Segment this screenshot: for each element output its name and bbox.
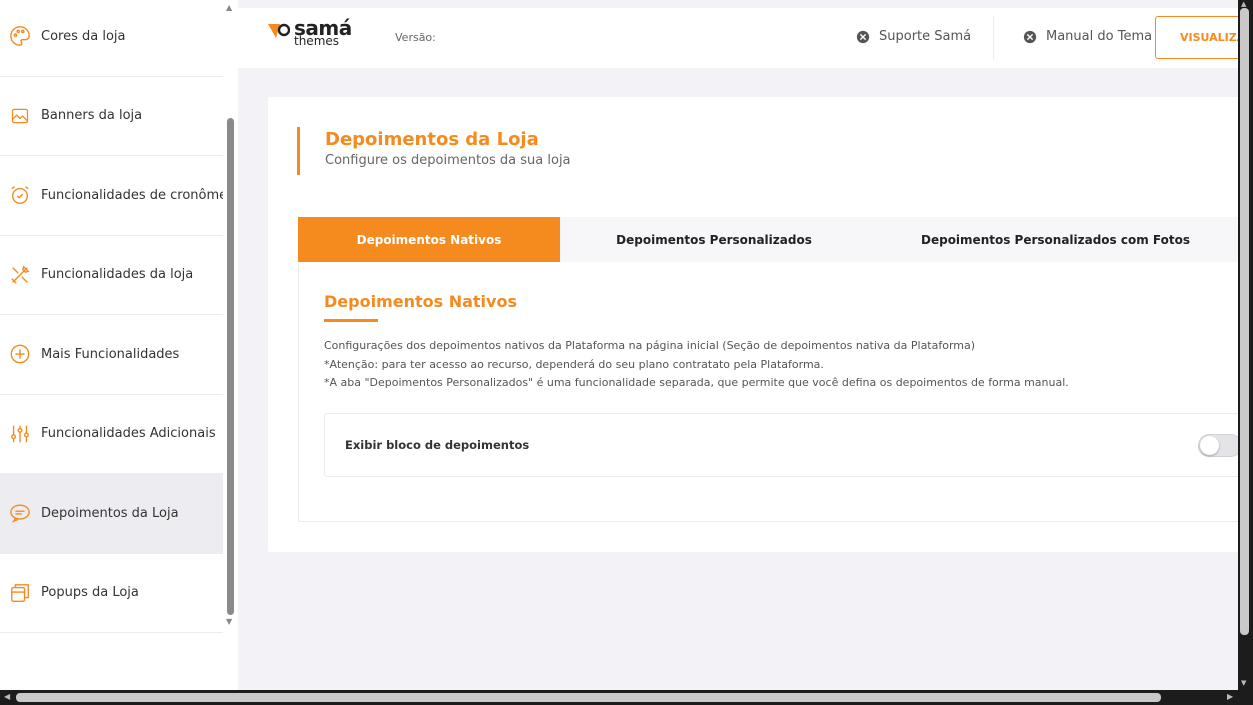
tab-panel: Depoimentos Nativos Configurações dos de… [298, 262, 1249, 522]
logo[interactable]: samá themes [268, 18, 352, 47]
alarm-clock-icon [8, 183, 32, 207]
sidebar-item-popups[interactable]: Popups da Loja [0, 554, 223, 633]
description-line: Configurações dos depoimentos nativos da… [324, 339, 976, 352]
description-line: *A aba "Depoimentos Personalizados" é um… [324, 376, 1069, 389]
sidebar-item-cronometro[interactable]: Funcionalidades de cronômetro [0, 156, 238, 236]
page-title: Depoimentos da Loja [325, 129, 539, 150]
show-testimonials-toggle[interactable] [1198, 434, 1242, 457]
setting-row: Exibir bloco de depoimentos [324, 413, 1249, 477]
window-icon [8, 581, 32, 605]
palette-icon [8, 24, 32, 48]
sidebar-item-funcionalidades[interactable]: Funcionalidades da loja [0, 236, 223, 315]
window-horizontal-scrollbar[interactable]: ◀ ▶ [0, 690, 1253, 705]
sidebar-item-label: Banners da loja [41, 108, 143, 124]
sidebar-item-label: Depoimentos da Loja [41, 505, 179, 521]
sidebar-item-adicionais[interactable]: Funcionalidades Adicionais [0, 395, 223, 474]
tab-depoimentos-nativos[interactable]: Depoimentos Nativos [298, 217, 560, 262]
scroll-down-arrow-icon[interactable]: ▼ [1241, 680, 1246, 687]
scroll-up-arrow-icon[interactable]: ▲ [1241, 1, 1246, 8]
sidebar-item-label: Popups da Loja [41, 585, 139, 601]
sliders-icon [8, 422, 32, 446]
gear-icon [856, 30, 870, 43]
plus-circle-icon [8, 342, 32, 366]
section-title: Depoimentos Nativos [324, 292, 517, 311]
chat-bubble-icon [8, 501, 32, 525]
tab-bar: Depoimentos Nativos Depoimentos Personal… [298, 217, 1243, 262]
section-description: Configurações dos depoimentos nativos da… [324, 337, 1069, 393]
sidebar: Cores da loja Banners da loja Funcionali… [0, 0, 238, 690]
support-link[interactable]: Suporte Samá [856, 29, 971, 44]
sidebar-item-mais[interactable]: Mais Funcionalidades [0, 315, 223, 395]
page-subtitle: Configure os depoimentos da sua loja [325, 153, 571, 168]
window-vscroll-thumb[interactable] [1240, 8, 1249, 635]
logo-text: samá themes [294, 18, 352, 47]
window-hscroll-thumb[interactable] [16, 693, 1161, 702]
sidebar-item-banners[interactable]: Banners da loja [0, 77, 223, 156]
scroll-up-arrow-icon[interactable]: ▲ [226, 4, 232, 12]
divider [993, 16, 994, 60]
view-store-button[interactable]: VISUALIZAR [1155, 16, 1245, 59]
tools-icon [8, 263, 32, 287]
sidebar-item-label: Funcionalidades da loja [41, 267, 194, 283]
window-vertical-scrollbar[interactable]: ▲ ▼ [1238, 0, 1253, 690]
logo-mark-icon [268, 23, 290, 38]
toggle-knob [1200, 436, 1219, 455]
scroll-down-arrow-icon[interactable]: ▼ [226, 618, 232, 626]
sidebar-list: Cores da loja Banners da loja Funcionali… [0, 0, 238, 633]
section-underline [324, 319, 378, 322]
gear-icon [1023, 30, 1037, 43]
top-gap [238, 0, 1238, 8]
sidebar-item-label: Funcionalidades de cronômetro [41, 187, 238, 203]
scroll-right-arrow-icon[interactable]: ▶ [1227, 693, 1233, 701]
sidebar-item-label: Cores da loja [41, 28, 126, 44]
tab-depoimentos-personalizados[interactable]: Depoimentos Personalizados [560, 217, 868, 262]
sidebar-item-label: Funcionalidades Adicionais [41, 426, 216, 442]
setting-label: Exibir bloco de depoimentos [345, 438, 530, 452]
description-line: *Atenção: para ter acesso ao recurso, de… [324, 357, 824, 371]
manual-link-label: Manual do Tema [1046, 29, 1153, 44]
sidebar-item-depoimentos[interactable]: Depoimentos da Loja [0, 474, 223, 554]
manual-link[interactable]: Manual do Tema [1023, 29, 1152, 44]
version-label: Versão: [395, 31, 436, 44]
sidebar-scroll-thumb[interactable] [227, 118, 234, 615]
sidebar-item-cores[interactable]: Cores da loja [0, 0, 223, 77]
top-bar: samá themes Versão: Suporte Samá Manual … [238, 8, 1245, 68]
page-header: Depoimentos da Loja Configure os depoime… [297, 127, 571, 175]
image-icon [8, 104, 32, 128]
tab-depoimentos-personalizados-fotos[interactable]: Depoimentos Personalizados com Fotos [868, 217, 1243, 262]
main-card: Depoimentos da Loja Configure os depoime… [268, 97, 1249, 552]
scroll-left-arrow-icon[interactable]: ◀ [4, 693, 10, 701]
sidebar-scrollbar[interactable]: ▲ ▼ [223, 0, 238, 632]
support-link-label: Suporte Samá [879, 29, 972, 44]
sidebar-item-label: Mais Funcionalidades [41, 346, 180, 362]
